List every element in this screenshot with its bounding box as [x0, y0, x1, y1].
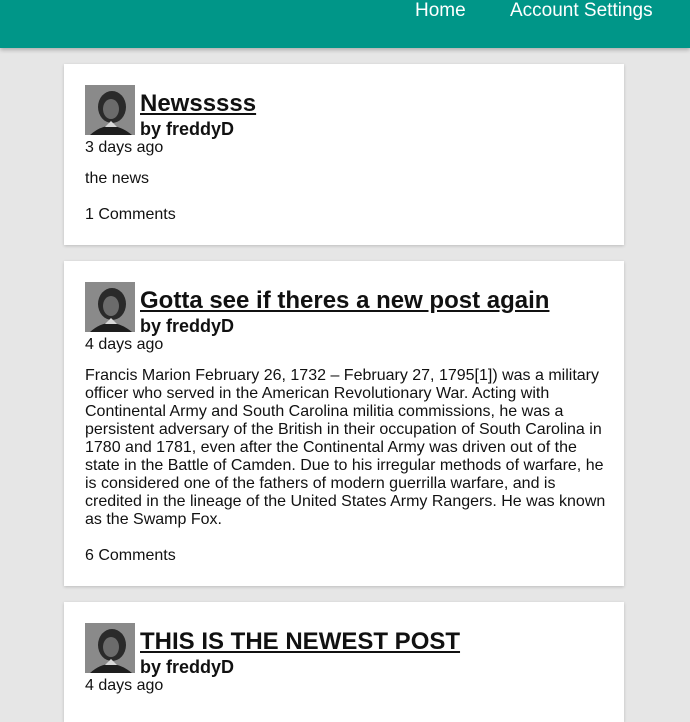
- post-timestamp: 3 days ago: [85, 139, 164, 156]
- post-card: THIS IS THE NEWEST POST by freddyD 4 day…: [64, 602, 624, 722]
- post-card: Gotta see if theres a new post again by …: [64, 261, 624, 586]
- portrait-icon: [85, 282, 135, 332]
- post-author: by freddyD: [140, 657, 235, 677]
- nav-account-settings-link[interactable]: Account Settings: [510, 0, 653, 22]
- author-avatar[interactable]: [85, 85, 135, 135]
- post-body: the news: [85, 170, 150, 187]
- top-navbar: Home Account Settings: [0, 0, 690, 48]
- portrait-icon: [85, 623, 135, 673]
- comments-link[interactable]: 1 Comments: [85, 206, 176, 224]
- post-body: Francis Marion February 26, 1732 – Febru…: [85, 367, 606, 528]
- author-avatar[interactable]: [85, 623, 135, 673]
- post-timestamp: 4 days ago: [85, 677, 164, 694]
- post-author: by freddyD: [140, 316, 235, 336]
- post-title-link[interactable]: Newsssss: [140, 90, 256, 118]
- post-author: by freddyD: [140, 119, 235, 139]
- post-card: Newsssss by freddyD 3 days ago the news …: [64, 64, 624, 245]
- author-avatar[interactable]: [85, 282, 135, 332]
- comments-link[interactable]: 6 Comments: [85, 547, 176, 565]
- post-timestamp: 4 days ago: [85, 336, 164, 353]
- post-title-link[interactable]: THIS IS THE NEWEST POST: [140, 628, 460, 656]
- post-title-link[interactable]: Gotta see if theres a new post again: [140, 287, 549, 315]
- nav-home-link[interactable]: Home: [415, 0, 466, 22]
- portrait-icon: [85, 85, 135, 135]
